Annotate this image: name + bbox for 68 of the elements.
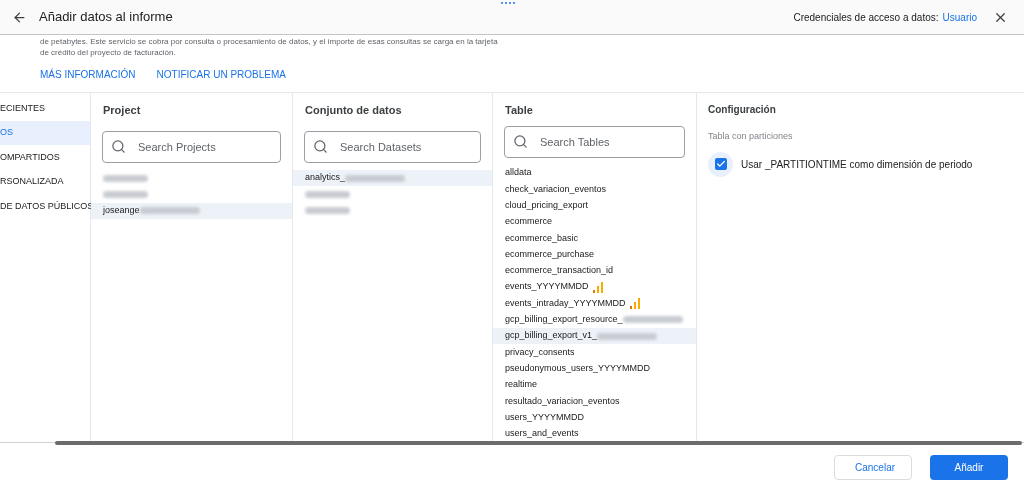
column-title: Conjunto de datos [304, 103, 403, 118]
item-label: realtime [505, 378, 537, 392]
window-title: Añadir datos al informe [39, 8, 173, 27]
search-icon [111, 139, 126, 154]
item-label: users_and_events [505, 427, 579, 441]
sidebar-item[interactable]: OS [0, 120, 90, 145]
notice-text: de crédito del proyecto de facturación. [40, 47, 177, 58]
notice-text: de petabytes. Este servicio se cobra por consulta o procesamiento de datos, y el importe de esas consultas se carga en la tarjeta [40, 36, 499, 47]
list-item[interactable]: ecommerce_transaction_id [493, 262, 696, 280]
list-item[interactable]: ecommerce [493, 213, 696, 231]
column-title: Configuración [708, 103, 777, 117]
item-label: check_variacion_eventos [505, 182, 607, 196]
add-button[interactable]: Añadir [930, 454, 1008, 480]
list-item[interactable]: ecommerce_basic [493, 230, 696, 247]
list-item[interactable]: analytics_ [293, 170, 492, 187]
notice-link[interactable]: MÁS INFORMACIÓN [40, 67, 136, 82]
item-label: ecommerce_basic [505, 231, 579, 245]
sidebar-item[interactable]: DE DATOS PÚBLICOS [0, 194, 90, 219]
search-field[interactable]: Search Datasets [304, 131, 481, 163]
search-icon [513, 133, 528, 149]
item-label: privacy_consents [505, 345, 575, 359]
item-label: users_YYYYMMDD [505, 410, 585, 424]
list-item[interactable]: gcp_billing_export_resource_ [493, 311, 696, 328]
back-icon[interactable] [12, 9, 27, 25]
cancel-button[interactable]: Cancelar [834, 454, 912, 480]
search-field[interactable]: Search Projects [102, 131, 281, 163]
list-item[interactable]: cloud_pricing_export [493, 197, 696, 214]
sidebar-item[interactable]: RSONALIZADA [0, 169, 90, 194]
item-label: events_YYYYMMDD [505, 280, 589, 294]
search-icon [313, 139, 328, 154]
list-item[interactable]: gcp_billing_export_v1_ [493, 327, 696, 345]
column-title: Project [102, 103, 142, 118]
item-label: ecommerce_transaction_id [505, 264, 614, 278]
item-label: ecommerce_purchase [505, 247, 595, 261]
list-item[interactable]: users_and_events [493, 425, 696, 442]
list-item[interactable]: resultado_variacion_eventos [493, 393, 696, 410]
list-item[interactable]: ecommerce_purchase [493, 246, 696, 263]
list-item[interactable]: privacy_consents [493, 344, 696, 361]
checkbox-label: Usar _PARTITIONTIME como dimensión de periodo [741, 157, 973, 172]
checkbox[interactable] [714, 158, 727, 170]
item-label: ecommerce [505, 215, 552, 229]
item-label: resultado_variacion_eventos [505, 394, 620, 408]
credentials-label: Credenciales de acceso a datos: [793, 10, 939, 25]
list-item[interactable]: check_variacion_eventos [493, 181, 696, 198]
item-label: alldata [505, 166, 532, 180]
item-label: cloud_pricing_export [505, 198, 589, 212]
item-label: pseudonymous_users_YYYYMMDD [505, 361, 651, 375]
item-label: gcp_billing_export_v1_ [505, 329, 598, 343]
item-label: analytics_ [305, 171, 346, 185]
list-item[interactable]: events_intraday_YYYYMMDD [493, 295, 696, 312]
credentials-link[interactable]: Usuario [942, 9, 977, 25]
list-item[interactable]: joseange [91, 202, 292, 219]
list-item[interactable]: alldata [493, 164, 696, 182]
column-title: Table [504, 103, 534, 118]
list-item[interactable]: pseudonymous_users_YYYYMMDD [493, 360, 696, 377]
section-label: Tabla con particiones [708, 130, 794, 143]
list-item[interactable]: events_YYYYMMDD [493, 279, 696, 296]
item-label: gcp_billing_export_resource_ [505, 313, 623, 326]
list-item[interactable]: users_YYYYMMDD [493, 409, 696, 426]
search-field[interactable]: Search Tables [504, 125, 685, 158]
item-label: joseange [103, 204, 140, 217]
drag-handle-icon[interactable] [500, 1, 516, 5]
sidebar-item[interactable]: ECIENTES [0, 96, 90, 121]
horizontal-scrollbar[interactable] [55, 441, 1022, 445]
notice-link[interactable]: NOTIFICAR UN PROBLEMA [156, 67, 287, 82]
sidebar-item[interactable]: OMPARTIDOS [0, 145, 90, 170]
list-item[interactable]: realtime [493, 376, 696, 394]
item-label: events_intraday_YYYYMMDD [505, 296, 626, 310]
